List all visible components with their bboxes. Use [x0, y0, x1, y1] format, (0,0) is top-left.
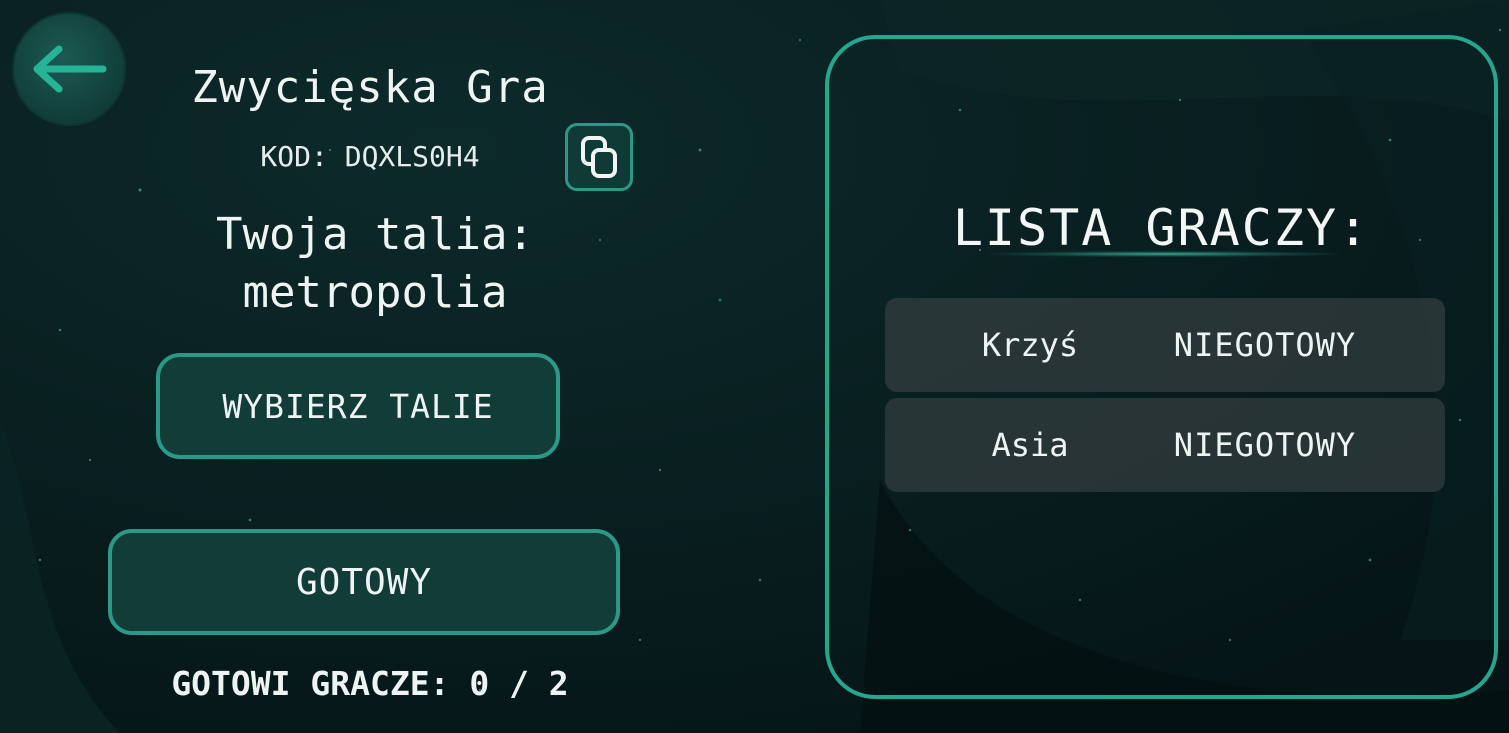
deck-name: metropolia: [242, 267, 508, 318]
players-list-title: LISTA GRACZY:: [952, 199, 1371, 257]
player-status: NIEGOTOWY: [1173, 326, 1357, 364]
player-row[interactable]: Asia NIEGOTOWY: [885, 398, 1445, 492]
game-title: Zwycięska Gra: [191, 62, 549, 113]
players-list-panel: LISTA GRACZY: Krzyś NIEGOTOWY Asia NIEGO…: [825, 35, 1498, 699]
current-deck: Twoja talia: metropolia: [140, 206, 610, 322]
choose-deck-button[interactable]: WYBIERZ TALIE: [156, 353, 560, 459]
copy-code-button[interactable]: [565, 123, 633, 191]
game-code: KOD: DQXLS0H4: [260, 140, 480, 173]
copy-icon: [579, 135, 619, 179]
back-button[interactable]: [14, 14, 124, 124]
arrow-left-icon: [31, 45, 107, 93]
player-name: Krzyś: [981, 326, 1079, 364]
ready-button[interactable]: GOTOWY: [108, 529, 620, 635]
player-status: NIEGOTOWY: [1173, 426, 1357, 464]
ready-players-count: GOTOWI GRACZE: 0 / 2: [171, 664, 569, 703]
player-name: Asia: [991, 426, 1069, 464]
deck-label-line: Twoja talia:: [216, 209, 534, 260]
player-row[interactable]: Krzyś NIEGOTOWY: [885, 298, 1445, 392]
ready-label: GOTOWY: [295, 561, 433, 603]
title-divider: [989, 251, 1339, 257]
choose-deck-label: WYBIERZ TALIE: [222, 386, 494, 426]
